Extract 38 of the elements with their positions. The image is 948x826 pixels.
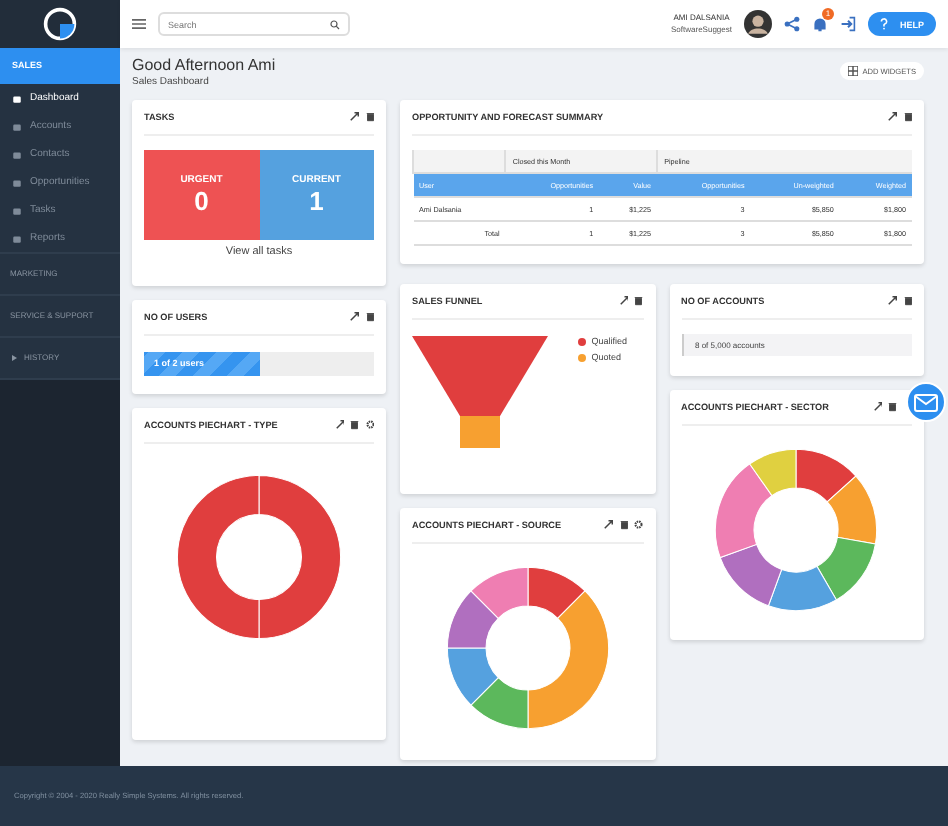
logout-icon[interactable] — [839, 16, 856, 32]
expand-icon[interactable] — [873, 402, 882, 412]
settings-icon[interactable] — [365, 420, 374, 430]
page-icon — [12, 149, 22, 159]
page-icon — [12, 121, 22, 131]
page-icon — [12, 177, 22, 187]
funnel-chart-drawing — [412, 336, 548, 448]
trash-icon[interactable] — [903, 296, 912, 306]
page-icon — [12, 93, 22, 103]
settings-icon[interactable] — [634, 520, 643, 530]
menu-icon[interactable] — [132, 18, 146, 30]
expand-icon[interactable] — [350, 112, 359, 122]
page-icon — [12, 233, 22, 243]
trash-icon[interactable] — [888, 402, 897, 412]
caret-icon — [10, 354, 18, 362]
help-icon — [879, 18, 888, 30]
trash-icon[interactable] — [634, 296, 643, 306]
avatar-icon[interactable] — [743, 10, 772, 38]
trash-icon[interactable] — [365, 312, 374, 322]
grid-icon — [848, 66, 859, 76]
logo-icon — [42, 6, 78, 42]
trash-icon[interactable] — [365, 112, 374, 122]
search-icon[interactable] — [330, 19, 340, 29]
trash-icon[interactable] — [350, 420, 359, 430]
expand-icon[interactable] — [604, 520, 613, 530]
greeting: Good Afternoon Ami — [132, 56, 276, 74]
trash-icon[interactable] — [903, 112, 912, 122]
expand-icon[interactable] — [619, 296, 628, 306]
page-icon — [12, 205, 22, 215]
expand-icon[interactable] — [335, 420, 344, 430]
expand-icon[interactable] — [888, 296, 897, 306]
expand-icon[interactable] — [888, 112, 897, 122]
share-icon[interactable] — [783, 16, 800, 32]
bell-icon[interactable] — [811, 16, 828, 32]
mail-button[interactable] — [906, 382, 946, 422]
trash-icon[interactable] — [619, 520, 628, 530]
mail-icon — [914, 393, 938, 411]
expand-icon[interactable] — [350, 312, 359, 322]
